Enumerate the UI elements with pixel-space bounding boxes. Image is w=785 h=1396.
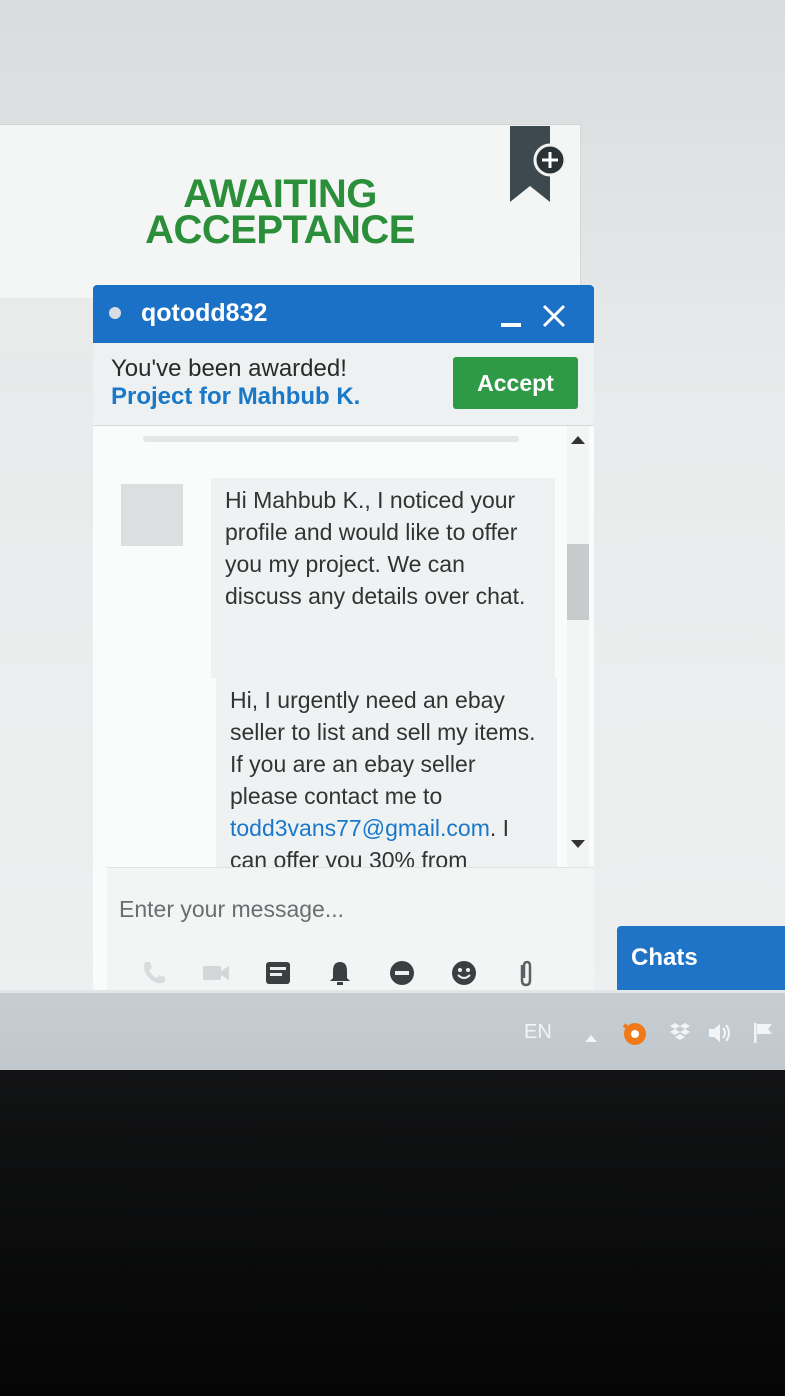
- emoji-icon[interactable]: [447, 956, 481, 990]
- phone-icon[interactable]: [137, 956, 171, 990]
- tray-expand-icon[interactable]: [585, 1035, 597, 1042]
- avatar: [121, 484, 183, 546]
- bell-icon[interactable]: [323, 956, 357, 990]
- dropbox-icon[interactable]: [666, 1019, 694, 1047]
- minimize-icon[interactable]: [501, 323, 521, 327]
- project-link[interactable]: Project for Mahbub K.: [111, 383, 360, 411]
- message-input[interactable]: [117, 888, 581, 930]
- email-link[interactable]: todd3vans77@gmail.com: [230, 815, 490, 841]
- status-title-line1: AWAITING: [183, 172, 377, 216]
- status-title: AWAITING ACCEPTANCE: [130, 172, 430, 252]
- taskbar: EN: [0, 990, 785, 1073]
- message-bubble: Hi, I urgently need an ebay seller to li…: [216, 678, 557, 867]
- message-bubble: Hi Mahbub K., I noticed your profile and…: [211, 478, 555, 678]
- block-icon[interactable]: [385, 956, 419, 990]
- volume-icon[interactable]: [706, 1019, 734, 1047]
- close-icon[interactable]: [541, 303, 567, 329]
- flag-icon[interactable]: [750, 1019, 778, 1047]
- chat-header[interactable]: qotodd832: [93, 285, 594, 343]
- attachment-icon[interactable]: [509, 956, 543, 990]
- accept-button[interactable]: Accept: [453, 357, 578, 409]
- chats-tab[interactable]: Chats: [617, 926, 785, 992]
- chat-username: qotodd832: [141, 299, 268, 327]
- award-text: You've been awarded!: [111, 355, 347, 382]
- award-notification: You've been awarded! Project for Mahbub …: [93, 343, 594, 426]
- message-text: Hi, I urgently need an ebay seller to li…: [230, 687, 536, 809]
- chat-window: qotodd832 You've been awarded! Project f…: [93, 285, 594, 998]
- composer-toolbar: [137, 956, 597, 992]
- previous-message-edge: [143, 436, 519, 442]
- bookmark-add-icon[interactable]: [506, 124, 568, 211]
- video-icon[interactable]: [199, 956, 233, 990]
- scroll-thumb[interactable]: [567, 544, 589, 620]
- status-dot-icon: [109, 307, 121, 319]
- scroll-down-icon[interactable]: [571, 840, 585, 848]
- avast-icon[interactable]: [620, 1019, 648, 1047]
- scroll-up-icon[interactable]: [571, 436, 585, 444]
- chats-label: Chats: [631, 944, 698, 971]
- status-title-line2: ACCEPTANCE: [145, 208, 415, 252]
- card-icon[interactable]: [261, 956, 295, 990]
- composer: [107, 867, 594, 998]
- message-list[interactable]: Hi Mahbub K., I noticed your profile and…: [93, 426, 567, 867]
- language-indicator[interactable]: EN: [524, 1021, 552, 1044]
- message-scrollbar[interactable]: [567, 426, 589, 867]
- background-panel: [0, 298, 95, 358]
- monitor-bezel: [0, 1070, 785, 1396]
